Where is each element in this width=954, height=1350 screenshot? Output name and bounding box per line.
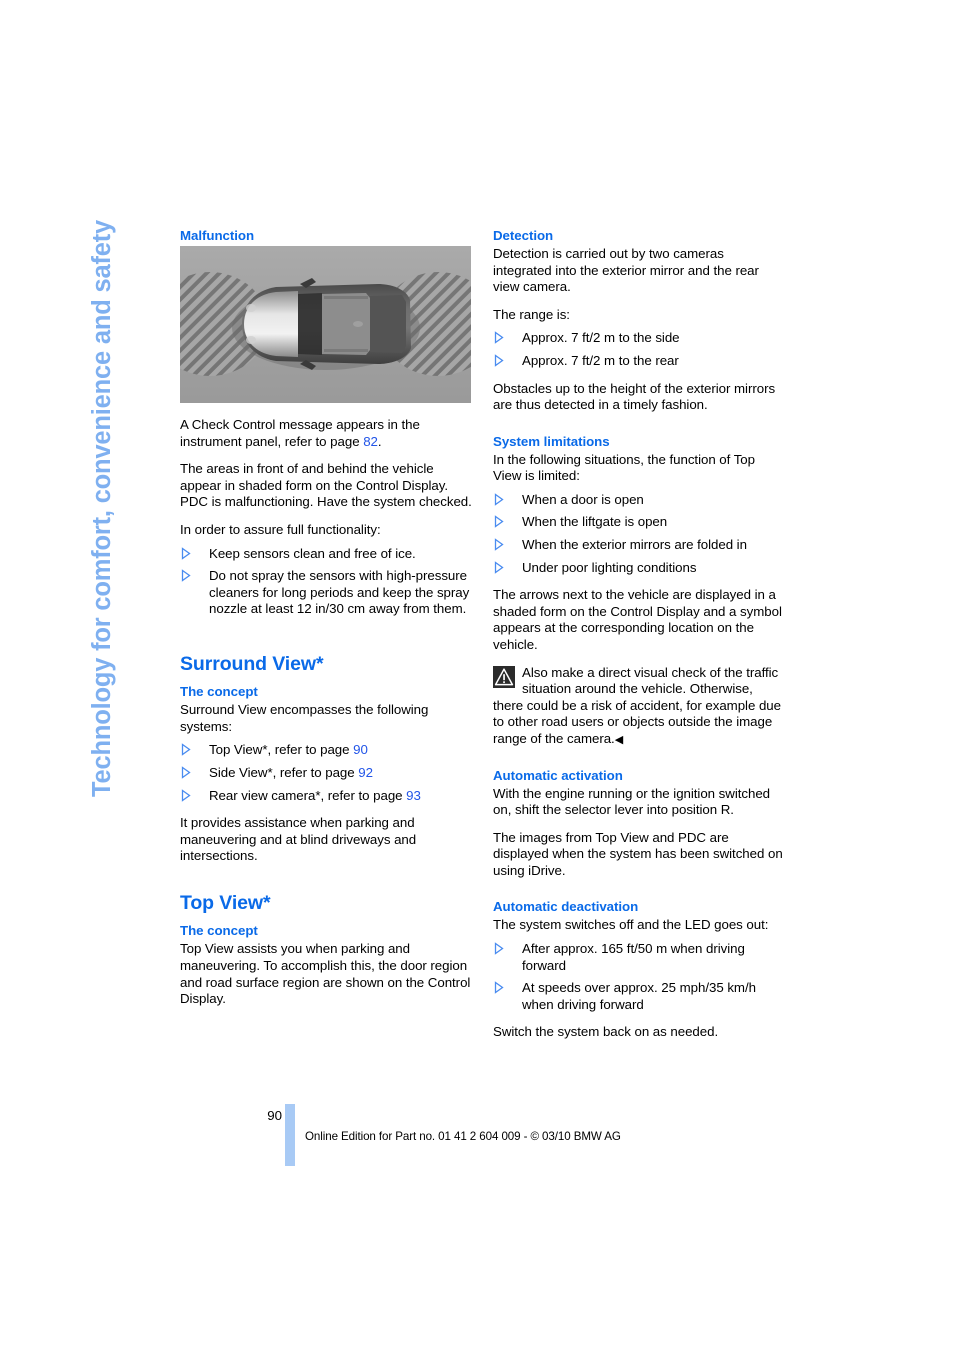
page-reference-82[interactable]: 82	[363, 434, 378, 449]
top-view-paragraph: Top View assists you when parking and ma…	[180, 941, 471, 1007]
page-reference-90[interactable]: 90	[353, 742, 368, 757]
malfunction-bullet-list: Keep sensors clean and free of ice. Do n…	[180, 546, 472, 618]
heading-top-view-concept: The concept	[180, 923, 258, 939]
automatic-deactivation-paragraph-2: Switch the system back on as needed.	[493, 1024, 719, 1040]
triangle-bullet-icon	[181, 788, 191, 802]
triangle-bullet-icon	[494, 538, 504, 551]
footer-imprint: Online Edition for Part no. 01 41 2 604 …	[305, 1130, 621, 1143]
automatic-deactivation-list: After approx. 165 ft/50 m when driving f…	[493, 941, 785, 1013]
list-item: Rear view camera*, refer to page 93	[180, 788, 472, 805]
triangle-bullet-icon	[494, 981, 504, 994]
manual-page: Technology for comfort, convenience and …	[0, 0, 954, 1350]
triangle-bullet-icon	[181, 546, 191, 560]
note-end-marker: ◀	[614, 733, 624, 746]
list-item-label: Do not spray the sensors with high-press…	[209, 568, 470, 617]
pdc-zone-illustration	[180, 245, 471, 403]
list-item-label: When the exterior mirrors are folded in	[522, 537, 747, 553]
triangle-bullet-icon	[494, 354, 504, 367]
malfunction-paragraph-1: A Check Control message appears in the i…	[180, 417, 472, 450]
list-item: Keep sensors clean and free of ice.	[180, 546, 472, 563]
left-column: Malfunction A Check Control message appe…	[180, 228, 472, 1008]
list-item-label: Top View*, refer to page	[209, 742, 354, 758]
triangle-bullet-icon	[181, 569, 191, 582]
triangle-bullet-icon	[181, 743, 191, 757]
page-reference-93[interactable]: 93	[406, 788, 421, 803]
list-item-label: Rear view camera*, refer to page	[209, 787, 407, 803]
detection-paragraph-2: The range is:	[493, 306, 570, 322]
heading-system-limitations: System limitations	[493, 433, 610, 449]
automatic-deactivation-paragraph-1: The system switches off and the LED goes…	[493, 917, 769, 933]
list-item-label: Keep sensors clean and free of ice.	[209, 545, 416, 561]
list-item: Top View*, refer to page 90	[180, 742, 472, 759]
figure-pdc-zones	[180, 245, 471, 403]
list-item: Under poor lighting conditions	[493, 560, 785, 577]
list-item: Do not spray the sensors with high-press…	[180, 568, 472, 618]
surround-view-bullet-list: Top View*, refer to page 90 Side View*, …	[180, 742, 472, 804]
page-marker-bar	[285, 1104, 295, 1166]
surround-view-outro: It provides assistance when parking and …	[180, 815, 417, 864]
list-item-label: Approx. 7 ft/2 m to the side	[522, 330, 680, 346]
right-column: Detection Detection is carried out by tw…	[493, 228, 785, 1041]
list-item-label: Under poor lighting conditions	[522, 559, 697, 575]
list-item-label: When the liftgate is open	[522, 514, 668, 530]
warning-note: Also make a direct visual check of the t…	[493, 665, 785, 748]
list-item-label: Side View*, refer to page	[209, 765, 359, 781]
triangle-bullet-icon	[494, 493, 504, 506]
heading-malfunction: Malfunction	[180, 228, 255, 243]
heading-automatic-deactivation: Automatic deactivation	[493, 899, 639, 915]
list-item: At speeds over approx. 25 mph/35 km/h wh…	[493, 980, 785, 1013]
malfunction-paragraph-3: In order to assure full functionality:	[180, 521, 381, 537]
heading-automatic-activation: Automatic activation	[493, 767, 623, 783]
list-item: When the exterior mirrors are folded in	[493, 537, 785, 554]
list-item-label: After approx. 165 ft/50 m when driving f…	[522, 941, 745, 973]
malfunction-paragraph-1-suffix: .	[377, 433, 382, 449]
page-reference-92[interactable]: 92	[358, 765, 373, 780]
list-item: Side View*, refer to page 92	[180, 765, 472, 782]
malfunction-paragraph-1-text: A Check Control message appears in the i…	[180, 416, 420, 449]
triangle-bullet-icon	[181, 766, 191, 779]
triangle-bullet-icon	[494, 515, 504, 529]
heading-surround-view: Surround View*	[180, 652, 324, 675]
triangle-bullet-icon	[494, 331, 504, 345]
list-item: Approx. 7 ft/2 m to the side	[493, 330, 785, 347]
triangle-bullet-icon	[494, 942, 504, 955]
list-item-label: At speeds over approx. 25 mph/35 km/h wh…	[522, 980, 756, 1012]
detection-paragraph-3: Obstacles up to the height of the exteri…	[493, 380, 776, 413]
automatic-activation-paragraph-1: With the engine running or the ignition …	[493, 785, 771, 818]
list-item: After approx. 165 ft/50 m when driving f…	[493, 941, 785, 974]
chapter-tab-label: Technology for comfort, convenience and …	[87, 220, 116, 797]
detection-paragraph-1: Detection is carried out by two cameras …	[493, 245, 759, 295]
triangle-bullet-icon	[494, 560, 504, 574]
heading-detection: Detection	[493, 228, 554, 243]
chapter-tab: Technology for comfort, convenience and …	[82, 220, 122, 940]
list-item: When the liftgate is open	[493, 514, 785, 531]
system-limitations-paragraph-1: In the following situations, the functio…	[493, 451, 755, 484]
page-number: 90	[267, 1108, 282, 1123]
warning-note-text: Also make a direct visual check of the t…	[493, 664, 781, 746]
warning-triangle-icon	[493, 665, 515, 688]
automatic-activation-paragraph-2: The images from Top View and PDC are dis…	[493, 829, 783, 878]
malfunction-paragraph-2: The areas in front of and behind the veh…	[180, 461, 472, 510]
list-item-label: Approx. 7 ft/2 m to the rear	[522, 352, 679, 368]
detection-range-list: Approx. 7 ft/2 m to the side Approx. 7 f…	[493, 330, 785, 369]
surround-view-intro: Surround View encompasses the following …	[180, 702, 429, 734]
list-item: When a door is open	[493, 492, 785, 509]
system-limitations-paragraph-2: The arrows next to the vehicle are displ…	[493, 587, 782, 652]
list-item: Approx. 7 ft/2 m to the rear	[493, 353, 785, 370]
heading-top-view: Top View*	[180, 892, 271, 915]
list-item-label: When a door is open	[522, 491, 644, 507]
heading-surround-view-concept: The concept	[180, 684, 258, 700]
system-limitations-list: When a door is open When the liftgate is…	[493, 492, 785, 576]
